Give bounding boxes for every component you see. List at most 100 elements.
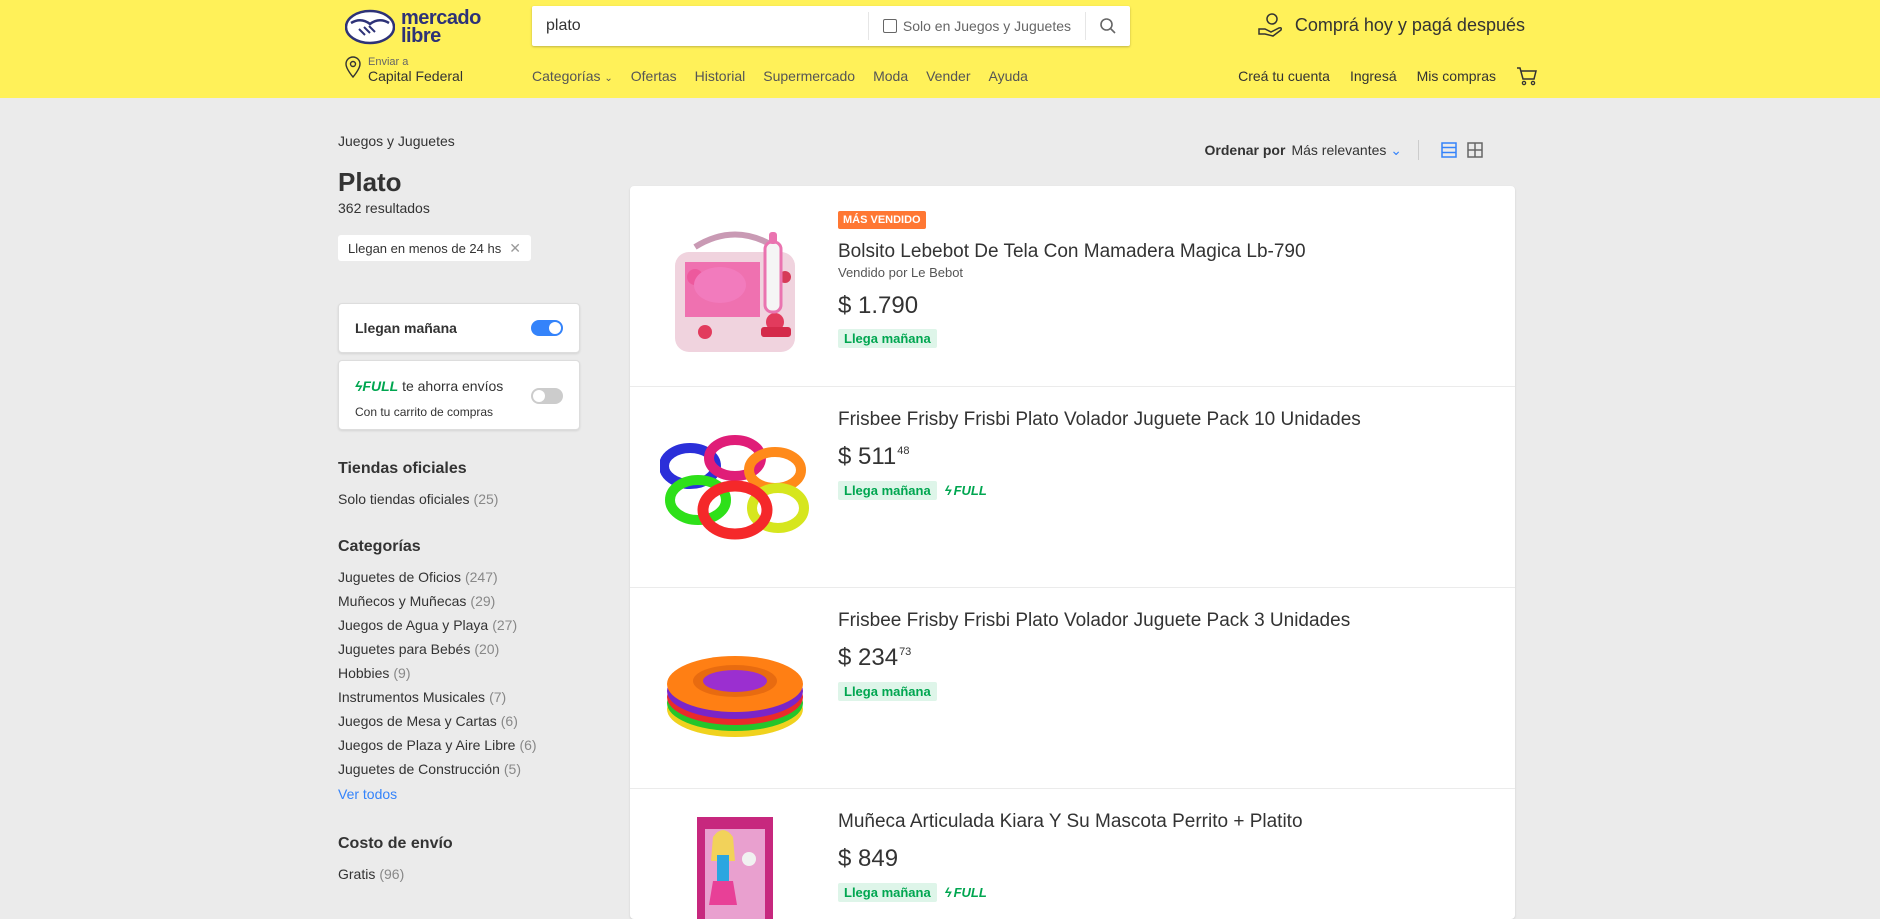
category-item[interactable]: Juguetes para Bebés (20) <box>338 639 537 663</box>
location-value: Capital Federal <box>368 68 463 84</box>
frisbee-stack-image <box>667 656 803 737</box>
product-image[interactable] <box>660 212 810 362</box>
full-shipping-badge: ϟ FULL <box>944 885 987 900</box>
arrive-tomorrow-label: Llegan mañana <box>355 320 457 336</box>
pay-later-text: Comprá hoy y pagá después <box>1294 14 1525 35</box>
full-toggle-text: te ahorra envíos <box>402 378 504 394</box>
pay-later-promo[interactable]: Comprá hoy y pagá después <box>1257 12 1525 38</box>
user-nav: Creá tu cuenta Ingresá Mis compras <box>1238 66 1538 86</box>
result-item[interactable]: Frisbee Frisby Frisbi Plato Volador Jugu… <box>630 588 1515 789</box>
nav-moda[interactable]: Moda <box>873 68 908 84</box>
sort-label: Ordenar por <box>1204 142 1286 158</box>
best-seller-badge: MÁS VENDIDO <box>838 211 926 229</box>
product-title[interactable]: Frisbee Frisby Frisbi Plato Volador Jugu… <box>838 610 1350 632</box>
full-shipping-switch[interactable] <box>531 388 563 404</box>
nav-supermercado[interactable]: Supermercado <box>763 68 855 84</box>
delivery-location[interactable]: Enviar a Capital Federal <box>344 56 463 84</box>
full-toggle-subtext: Con tu carrito de compras <box>355 405 494 419</box>
grid-view-icon[interactable] <box>1467 142 1483 158</box>
category-item[interactable]: Juguetes de Construcción (5) <box>338 759 537 783</box>
create-account-link[interactable]: Creá tu cuenta <box>1238 68 1330 84</box>
search-input[interactable] <box>532 6 868 46</box>
category-item[interactable]: Hobbies (9) <box>338 663 537 687</box>
product-image[interactable] <box>660 614 810 764</box>
frisbee-pack-image <box>660 435 809 540</box>
my-purchases-link[interactable]: Mis compras <box>1417 68 1496 84</box>
results-count: 362 resultados <box>338 200 430 216</box>
product-price: $ 23473 <box>838 644 912 671</box>
results-list: MÁS VENDIDO Bolsito Lebebot De Tela Con … <box>630 186 1515 919</box>
category-item[interactable]: Instrumentos Musicales (7) <box>338 687 537 711</box>
nav-ayuda[interactable]: Ayuda <box>988 68 1027 84</box>
nav-ofertas[interactable]: Ofertas <box>631 68 677 84</box>
handshake-logo-icon <box>345 9 395 45</box>
product-image[interactable] <box>660 815 810 919</box>
search-icon <box>1100 18 1116 34</box>
official-stores-title: Tiendas oficiales <box>338 460 467 477</box>
category-item[interactable]: Muñecos y Muñecas (29) <box>338 591 537 615</box>
doll-box-image <box>697 817 773 919</box>
official-stores-item[interactable]: Solo tiendas oficiales (25) <box>338 489 498 513</box>
search-category-checkbox[interactable] <box>882 19 897 33</box>
nav-historial[interactable]: Historial <box>695 68 746 84</box>
product-title[interactable]: Bolsito Lebebot De Tela Con Mamadera Mag… <box>838 241 1306 263</box>
location-pin-icon <box>345 56 361 78</box>
category-item[interactable]: Juegos de Agua y Playa (27) <box>338 615 537 639</box>
categories-list: Juguetes de Oficios (247) Muñecos y Muñec… <box>338 567 537 783</box>
categories-title: Categorías <box>338 538 421 555</box>
arrive-tomorrow-switch[interactable] <box>531 320 563 336</box>
category-item[interactable]: Juegos de Plaza y Aire Libre (6) <box>338 735 537 759</box>
hand-coin-icon <box>1258 13 1282 37</box>
product-title[interactable]: Frisbee Frisby Frisbi Plato Volador Jugu… <box>838 409 1361 431</box>
result-item[interactable]: Muñeca Articulada Kiara Y Su Mascota Per… <box>630 789 1515 919</box>
bolt-icon: ϟ <box>944 885 952 900</box>
shipping-cost-list: Gratis (96) <box>338 864 404 888</box>
shipping-cost-title: Costo de envío <box>338 835 453 852</box>
full-badge: FULL <box>362 378 399 394</box>
product-price: $ 1.790 <box>838 292 919 319</box>
category-item[interactable]: Juegos de Mesa y Cartas (6) <box>338 711 537 735</box>
arrives-tomorrow-badge: Llega mañana <box>838 682 937 701</box>
page-title: Plato <box>338 167 402 197</box>
chevron-down-icon: ⌄ <box>1390 141 1402 158</box>
bolt-icon: ϟ <box>944 483 952 498</box>
see-all-categories-link[interactable]: Ver todos <box>338 786 397 802</box>
login-link[interactable]: Ingresá <box>1350 68 1397 84</box>
product-bag-image <box>675 231 795 352</box>
category-item[interactable]: Juguetes de Oficios (247) <box>338 567 537 591</box>
applied-filter-chip[interactable]: Llegan en menos de 24 hs ✕ <box>338 235 531 261</box>
main-nav: Categorías ⌄ Ofertas Historial Supermerc… <box>532 68 1028 84</box>
product-image[interactable] <box>660 413 810 563</box>
sort-dropdown[interactable]: Más relevantes ⌄ <box>1291 142 1402 159</box>
nav-categorias[interactable]: Categorías ⌄ <box>532 68 613 84</box>
product-title[interactable]: Muñeca Articulada Kiara Y Su Mascota Per… <box>838 811 1303 833</box>
list-view-icon[interactable] <box>1441 142 1457 158</box>
search-button[interactable] <box>1086 6 1130 46</box>
location-label: Enviar a <box>368 56 409 68</box>
arrives-tomorrow-badge: Llega mañana <box>838 329 937 348</box>
chevron-down-icon: ⌄ <box>604 73 613 84</box>
arrive-tomorrow-toggle-card[interactable]: Llegan mañana <box>338 303 580 353</box>
close-icon[interactable]: ✕ <box>509 240 521 257</box>
result-item[interactable]: MÁS VENDIDO Bolsito Lebebot De Tela Con … <box>630 186 1515 387</box>
search-bar: Solo en Juegos y Juguetes <box>532 6 1130 46</box>
search-category-label: Solo en Juegos y Juguetes <box>902 18 1071 34</box>
product-price: $ 51148 <box>838 443 910 470</box>
shipping-free-item[interactable]: Gratis (96) <box>338 864 404 888</box>
product-seller: Vendido por Le Bebot <box>838 265 964 280</box>
logo-text-line2: libre <box>401 25 441 47</box>
nav-vender[interactable]: Vender <box>926 68 970 84</box>
product-price: $ 849 <box>838 845 899 872</box>
applied-filter-label: Llegan en menos de 24 hs <box>348 240 502 256</box>
sort-bar: Ordenar por Más relevantes ⌄ <box>1205 140 1483 160</box>
full-shipping-badge: ϟ FULL <box>944 483 987 498</box>
official-stores-list: Solo tiendas oficiales (25) <box>338 489 498 513</box>
arrives-tomorrow-badge: Llega mañana <box>838 481 937 500</box>
arrives-tomorrow-badge: Llega mañana <box>838 883 937 902</box>
breadcrumb[interactable]: Juegos y Juguetes <box>338 133 455 149</box>
cart-icon[interactable] <box>1516 66 1538 86</box>
full-shipping-toggle-card[interactable]: ϟFULL te ahorra envíos Con tu carrito de… <box>338 360 580 430</box>
search-category-filter[interactable]: Solo en Juegos y Juguetes <box>867 12 1086 40</box>
mercadolibre-logo[interactable]: mercado libre <box>345 6 485 48</box>
result-item[interactable]: Frisbee Frisby Frisbi Plato Volador Jugu… <box>630 387 1515 588</box>
